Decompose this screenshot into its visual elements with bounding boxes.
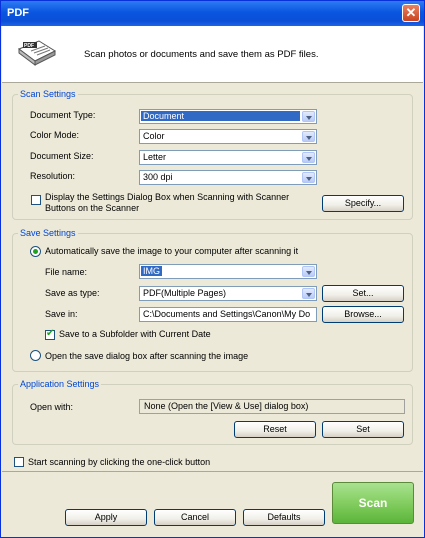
color-mode-value: Color — [143, 131, 165, 141]
scan-settings-title: Scan Settings — [18, 89, 78, 99]
svg-text:PDF: PDF — [24, 43, 34, 49]
document-type-value: Document — [141, 111, 300, 121]
subfolder-label: Save to a Subfolder with Current Date — [59, 329, 211, 339]
resolution-value: 300 dpi — [143, 172, 173, 182]
save-in-label: Save in: — [45, 309, 78, 319]
browse-button[interactable]: Browse... — [322, 306, 404, 323]
document-type-select[interactable]: Document — [139, 109, 317, 124]
save-as-type-label: Save as type: — [45, 288, 100, 298]
document-size-value: Letter — [143, 152, 167, 162]
save-in-field[interactable]: C:\Documents and Settings\Canon\My Do — [139, 307, 317, 322]
dropdown-arrow-icon[interactable] — [302, 172, 315, 183]
save-in-value: C:\Documents and Settings\Canon\My Do — [143, 309, 311, 319]
specify-button[interactable]: Specify... — [322, 195, 404, 212]
auto-save-radio[interactable] — [30, 246, 41, 257]
display-dialog-label-line1: Display the Settings Dialog Box when Sca… — [45, 192, 290, 202]
title-bar: PDF ✕ — [1, 1, 424, 26]
resolution-select[interactable]: 300 dpi — [139, 170, 317, 185]
save-type-set-button[interactable]: Set... — [322, 285, 404, 302]
window-title: PDF — [7, 7, 29, 19]
application-settings-title: Application Settings — [18, 379, 102, 389]
dropdown-arrow-icon[interactable] — [302, 152, 315, 163]
one-click-label: Start scanning by clicking the one-click… — [28, 457, 211, 467]
open-with-value: None (Open the [View & Use] dialog box) — [144, 401, 309, 411]
color-mode-label: Color Mode: — [30, 130, 80, 140]
open-with-label: Open with: — [30, 402, 74, 412]
pdf-dialog: PDF ✕ PDF Scan photos or documents and s… — [0, 0, 425, 538]
open-with-field: None (Open the [View & Use] dialog box) — [139, 399, 405, 414]
display-dialog-label-line2: Buttons on the Scanner — [45, 203, 140, 213]
auto-save-label: Automatically save the image to your com… — [45, 246, 299, 256]
dropdown-arrow-icon[interactable] — [302, 288, 315, 299]
app-set-button[interactable]: Set — [322, 421, 404, 438]
file-name-label: File name: — [45, 267, 88, 277]
file-name-value: IMG — [141, 266, 162, 276]
save-as-type-select[interactable]: PDF(Multiple Pages) — [139, 286, 317, 301]
display-dialog-checkbox[interactable] — [31, 195, 41, 205]
footer-divider — [2, 471, 423, 472]
resolution-label: Resolution: — [30, 171, 76, 181]
open-dialog-radio[interactable] — [30, 350, 41, 361]
pdf-document-icon: PDF — [17, 40, 57, 66]
cancel-button[interactable]: Cancel — [154, 509, 236, 526]
dropdown-arrow-icon[interactable] — [302, 266, 315, 277]
reset-button[interactable]: Reset — [234, 421, 316, 438]
close-button[interactable]: ✕ — [402, 4, 420, 22]
dropdown-arrow-icon[interactable] — [302, 131, 315, 142]
dropdown-arrow-icon[interactable] — [302, 111, 315, 122]
open-dialog-label: Open the save dialog box after scanning … — [45, 351, 249, 361]
apply-button[interactable]: Apply — [65, 509, 147, 526]
document-size-label: Document Size: — [30, 151, 94, 161]
one-click-checkbox[interactable] — [14, 457, 24, 467]
document-type-label: Document Type: — [30, 110, 96, 120]
color-mode-select[interactable]: Color — [139, 129, 317, 144]
save-as-type-value: PDF(Multiple Pages) — [143, 288, 227, 298]
save-settings-title: Save Settings — [18, 228, 78, 238]
defaults-button[interactable]: Defaults — [243, 509, 325, 526]
subfolder-checkbox[interactable] — [45, 328, 55, 340]
scan-button[interactable]: Scan — [332, 482, 414, 524]
document-size-select[interactable]: Letter — [139, 150, 317, 165]
dialog-header: PDF Scan photos or documents and save th… — [2, 26, 423, 83]
header-description: Scan photos or documents and save them a… — [84, 49, 319, 60]
file-name-combo[interactable]: IMG — [139, 264, 317, 279]
